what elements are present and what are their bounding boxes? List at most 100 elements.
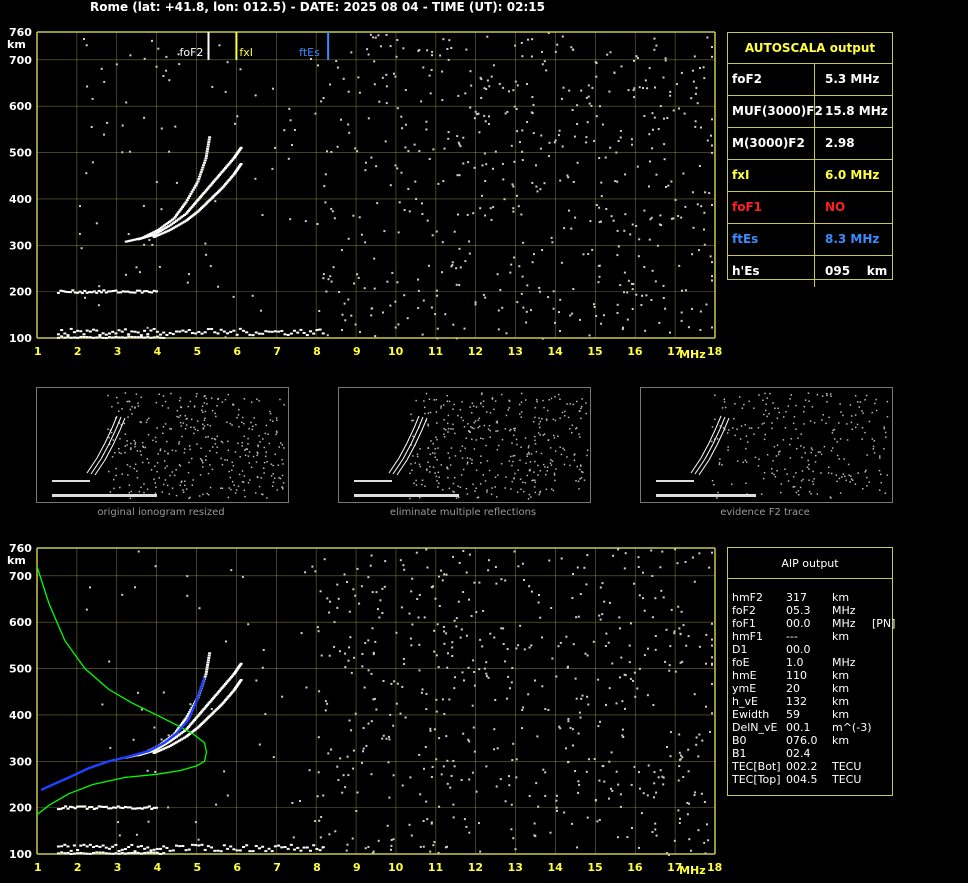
noise-dot: [698, 165, 701, 167]
thumb-noise: [792, 422, 795, 425]
noise-dot: [567, 761, 569, 764]
noise-dot: [655, 173, 658, 176]
noise-dot: [418, 753, 421, 756]
noise-dot: [711, 55, 713, 58]
thumb-noise: [843, 458, 845, 460]
noise-dot: [411, 623, 414, 626]
noise-dot: [357, 76, 360, 79]
thumb-noise: [452, 482, 455, 485]
thumb-noise: [453, 491, 455, 493]
noise-dot: [408, 210, 411, 213]
thumb-noise: [736, 460, 739, 462]
noise-dot: [476, 113, 478, 116]
noise-dot: [478, 822, 480, 825]
es-echo: [280, 329, 284, 332]
noise-dot: [347, 298, 350, 301]
noise-dot: [623, 291, 625, 294]
noise-dot: [452, 323, 455, 326]
thumb-noise: [716, 497, 718, 499]
thumb-noise: [415, 479, 417, 482]
thumb-noise: [811, 406, 814, 408]
second-hop-echo: [123, 805, 127, 808]
noise-dot: [703, 228, 705, 231]
aip-row: foF1 00.0 MHz [PN]: [728, 617, 895, 630]
echo-point: [160, 748, 164, 751]
echo-point: [184, 735, 188, 738]
noise-dot: [451, 655, 454, 657]
thumb-noise: [176, 410, 179, 412]
noise-dot: [677, 605, 680, 608]
echo-point: [155, 745, 159, 748]
y-tick-label: 300: [9, 239, 32, 252]
noise-dot: [603, 600, 606, 603]
noise-dot: [502, 643, 505, 645]
noise-dot: [585, 136, 588, 139]
thumb-noise: [748, 400, 750, 403]
noise-dot: [693, 794, 696, 797]
echo-point: [192, 729, 196, 732]
noise-dot: [574, 677, 577, 680]
echo-point: [171, 738, 175, 741]
echo-point: [143, 752, 147, 755]
thumb-noise: [429, 465, 431, 468]
x-tick-label: 1: [34, 345, 42, 358]
second-hop-echo: [135, 807, 139, 810]
second-hop-echo: [147, 291, 151, 294]
aip-title: AIP output: [728, 548, 892, 579]
thumb-trace: [111, 415, 118, 429]
noise-dot: [643, 266, 646, 268]
es-echo: [136, 336, 140, 339]
noise-dot: [647, 764, 650, 767]
echo-point: [131, 755, 135, 758]
noise-dot: [619, 793, 622, 796]
thumb-noise: [820, 472, 822, 474]
noise-dot: [648, 133, 651, 136]
x-tick-label: 9: [353, 345, 361, 358]
thumb-noise: [871, 438, 874, 440]
noise-dot: [468, 740, 471, 743]
thumb-noise: [275, 433, 277, 436]
autoscala-value: 8.3 MHz: [825, 232, 880, 246]
thumb-noise: [816, 393, 819, 396]
thumb-noise: [156, 462, 159, 464]
thumb-noise: [118, 447, 120, 450]
thumb-noise: [553, 472, 556, 475]
noise-dot: [696, 203, 699, 206]
aip-row: TEC[Bot] 002.2 TECU: [728, 760, 892, 773]
noise-dot: [612, 219, 615, 222]
noise-dot: [513, 160, 516, 163]
thumb-noise: [727, 446, 729, 448]
noise-dot: [344, 319, 347, 322]
thumb-noise: [435, 475, 438, 478]
noise-dot: [643, 654, 646, 657]
es-echo: [162, 852, 166, 855]
noise-dot: [329, 275, 332, 278]
thumb-noise: [212, 446, 214, 448]
x-tick-label: 4: [154, 345, 162, 358]
noise-dot: [402, 47, 405, 50]
noise-dot: [515, 758, 518, 761]
noise-dot: [422, 845, 425, 848]
echo-point: [182, 204, 186, 207]
second-hop-echo: [64, 290, 68, 293]
echo-point: [149, 234, 153, 237]
noise-dot: [255, 679, 258, 682]
noise-dot: [336, 765, 339, 768]
thumb-noise: [803, 405, 806, 408]
noise-dot: [670, 180, 673, 183]
noise-dot: [683, 112, 686, 115]
noise-dot: [421, 213, 424, 215]
es-echo: [181, 845, 185, 848]
noise-dot: [453, 230, 456, 233]
es-echo: [155, 330, 159, 333]
noise-dot: [320, 100, 323, 103]
thumb-noise: [714, 418, 716, 421]
noise-dot: [633, 87, 636, 90]
noise-dot: [493, 636, 496, 639]
x-tick-label: 6: [233, 345, 241, 358]
echo-point: [226, 180, 230, 183]
thumb-noise: [196, 393, 198, 395]
echo-point: [236, 683, 240, 686]
thumb-noise: [215, 415, 217, 418]
noise-dot: [528, 646, 531, 649]
